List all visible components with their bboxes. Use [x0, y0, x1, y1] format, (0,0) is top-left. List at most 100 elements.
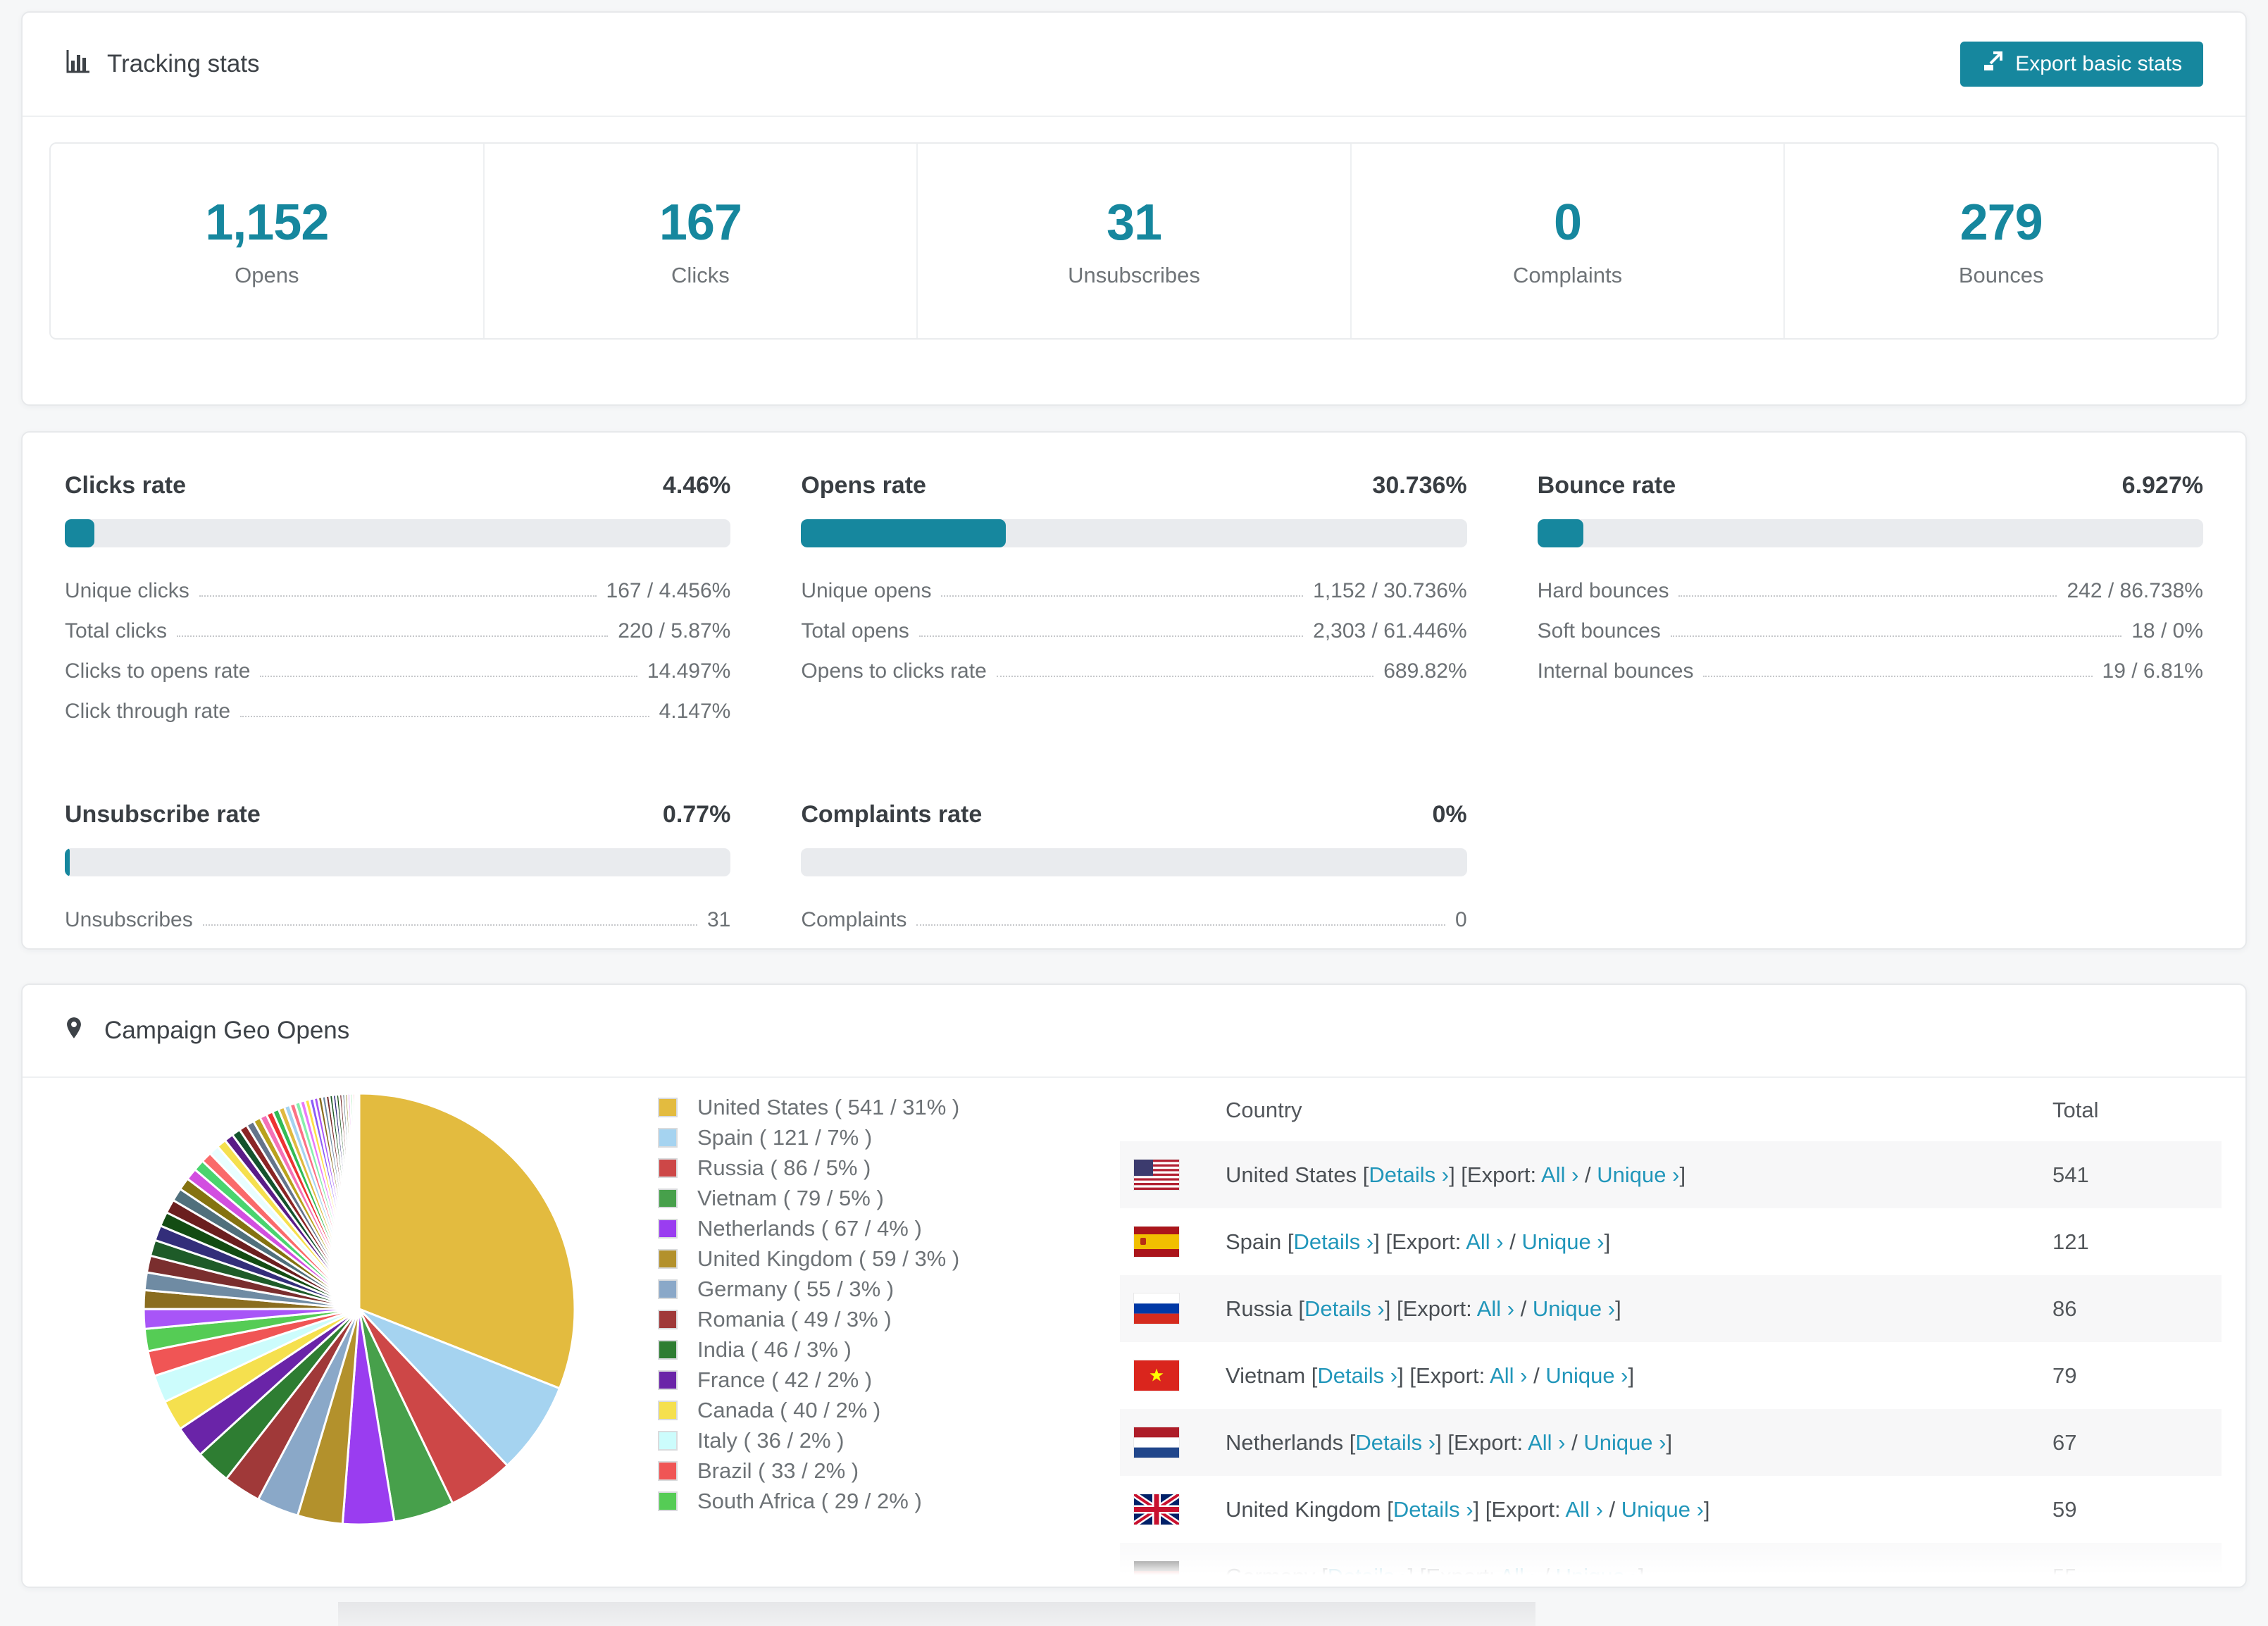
detail-value: 2,303 / 61.446% — [1313, 619, 1467, 643]
legend-item: Germany ( 55 / 3% ) — [658, 1274, 959, 1304]
details-link[interactable]: Details › — [1328, 1564, 1408, 1587]
rate-title: Opens rate — [801, 472, 926, 499]
dotted-leader — [1678, 595, 2057, 597]
export-label: Export: — [1426, 1563, 1495, 1588]
export-all-link[interactable]: All › — [1541, 1162, 1578, 1187]
country-flag-icon — [1134, 1293, 1226, 1324]
column-header-country: Country — [1226, 1098, 1302, 1122]
export-all-link[interactable]: All › — [1566, 1497, 1603, 1522]
export-all-link[interactable]: All › — [1477, 1296, 1514, 1321]
details-link[interactable]: Details › — [1317, 1363, 1397, 1388]
legend-item: Vietnam ( 79 / 5% ) — [658, 1183, 959, 1213]
export-unique-link[interactable]: Unique › — [1621, 1497, 1704, 1522]
legend-color-swatch — [658, 1127, 678, 1148]
dotted-leader — [202, 924, 697, 926]
stat-label: Opens — [235, 263, 299, 287]
stat-value: 279 — [1959, 194, 2043, 251]
export-all-link[interactable]: All › — [1466, 1229, 1503, 1254]
geo-opens-table: Country Total United States [Details ›] … — [1120, 1079, 2222, 1588]
legend-item: Italy ( 36 / 2% ) — [658, 1425, 959, 1456]
rate-detail-rows: Complaints 0 — [801, 892, 1466, 932]
details-link[interactable]: Details › — [1393, 1497, 1473, 1522]
detail-label: Complaints — [801, 908, 907, 931]
total-cell: 79 — [2052, 1363, 2077, 1388]
stat-value: 1,152 — [205, 194, 329, 251]
detail-value: 242 / 86.738% — [2067, 579, 2203, 602]
dotted-leader — [1670, 635, 2122, 637]
detail-value: 1,152 / 30.736% — [1313, 579, 1467, 602]
details-link[interactable]: Details › — [1369, 1162, 1449, 1187]
country-cell: United States [Details ›] [Export: All ›… — [1226, 1162, 1686, 1187]
detail-label: Total clicks — [65, 619, 168, 643]
column-header-total: Total — [2052, 1098, 2099, 1122]
geo-table-row: Netherlands [Details ›] [Export: All › /… — [1120, 1409, 2222, 1476]
export-all-link[interactable]: All › — [1500, 1564, 1537, 1587]
rate-value: 0.77% — [662, 801, 731, 828]
summary-stat: 31 Unsubscribes — [918, 144, 1352, 338]
country-flag-icon — [1134, 1494, 1226, 1525]
legend-color-swatch — [658, 1279, 678, 1299]
legend-item: South Africa ( 29 / 2% ) — [658, 1486, 959, 1516]
rate-progress-fill — [65, 848, 70, 876]
detail-value: 31 — [706, 908, 731, 931]
country-cell: United Kingdom [Details ›] [Export: All … — [1226, 1496, 1710, 1522]
dotted-leader — [1703, 676, 2093, 677]
legend-label: Russia ( 86 / 5% ) — [697, 1155, 871, 1180]
legend-color-swatch — [658, 1370, 678, 1390]
export-basic-stats-button[interactable]: Export basic stats — [1960, 42, 2203, 87]
detail-value: 18 / 0% — [2131, 619, 2203, 643]
detail-label: Unsubscribes — [65, 908, 193, 931]
rate-progress-bar — [1537, 519, 2203, 547]
geo-opens-title: Campaign Geo Opens — [104, 1017, 350, 1044]
details-link[interactable]: Details › — [1294, 1229, 1374, 1254]
legend-label: India ( 46 / 3% ) — [697, 1336, 852, 1362]
export-unique-link[interactable]: Unique › — [1556, 1564, 1638, 1587]
rate-detail-row: Unique clicks 167 / 4.456% — [65, 563, 730, 603]
stat-label: Unsubscribes — [1068, 263, 1200, 287]
detail-value: 19 / 6.81% — [2102, 659, 2203, 683]
details-link[interactable]: Details › — [1304, 1296, 1385, 1321]
rate-detail-row: Soft bounces 18 / 0% — [1538, 603, 2203, 643]
rate-progress-bar — [65, 519, 731, 547]
summary-stats-box: 1,152 Opens 167 Clicks 31 Unsubscribes 0… — [49, 142, 2219, 340]
legend-item: Romania ( 49 / 3% ) — [658, 1304, 959, 1334]
country-name: Germany — [1226, 1563, 1316, 1588]
legend-item: United States ( 541 / 31% ) — [658, 1092, 959, 1122]
export-unique-link[interactable]: Unique › — [1521, 1229, 1604, 1254]
export-all-link[interactable]: All › — [1490, 1363, 1527, 1388]
geo-opens-pie-chart — [141, 1091, 578, 1527]
legend-color-swatch — [658, 1460, 678, 1481]
rate-detail-rows: Hard bounces 242 / 86.738% Soft bounces … — [1538, 563, 2203, 683]
stat-value: 31 — [1106, 194, 1162, 251]
country-name: Spain — [1226, 1229, 1282, 1254]
export-unique-link[interactable]: Unique › — [1583, 1430, 1666, 1455]
rate-block: Clicks rate 4.46% Unique clicks 167 / 4.… — [65, 472, 731, 724]
country-name: United States — [1226, 1162, 1357, 1187]
summary-stat: 167 Clicks — [485, 144, 918, 338]
horizontal-scrollbar-thumb[interactable] — [338, 1602, 1535, 1626]
tracking-stats-card: Tracking stats Export basic stats 1,152 … — [21, 11, 2247, 406]
detail-label: Clicks to opens rate — [65, 659, 251, 683]
country-cell: Spain [Details ›] [Export: All › / Uniqu… — [1226, 1229, 1611, 1254]
export-unique-link[interactable]: Unique › — [1545, 1363, 1628, 1388]
geo-opens-card: Campaign Geo Opens United States ( 541 /… — [21, 983, 2247, 1588]
rate-progress-bar — [801, 519, 1467, 547]
geo-table-row: Vietnam [Details ›] [Export: All › / Uni… — [1120, 1342, 2222, 1409]
total-cell: 541 — [2052, 1162, 2089, 1187]
detail-value: 167 / 4.456% — [606, 579, 731, 602]
detail-label: Unique clicks — [65, 579, 189, 602]
detail-label: Unique opens — [801, 579, 932, 602]
rate-title: Complaints rate — [801, 801, 983, 828]
rate-value: 30.736% — [1372, 472, 1467, 499]
detail-label: Internal bounces — [1537, 659, 1694, 683]
export-unique-link[interactable]: Unique › — [1533, 1296, 1615, 1321]
export-all-link[interactable]: All › — [1528, 1430, 1565, 1455]
export-unique-link[interactable]: Unique › — [1597, 1162, 1679, 1187]
export-label: Export: — [1491, 1496, 1561, 1522]
details-link[interactable]: Details › — [1355, 1430, 1435, 1455]
detail-label: Click through rate — [65, 700, 231, 723]
stat-label: Complaints — [1513, 263, 1623, 287]
detail-value: 220 / 5.87% — [618, 619, 731, 643]
country-cell: Vietnam [Details ›] [Export: All › / Uni… — [1226, 1363, 1635, 1388]
country-flag-icon — [1134, 1561, 1226, 1587]
